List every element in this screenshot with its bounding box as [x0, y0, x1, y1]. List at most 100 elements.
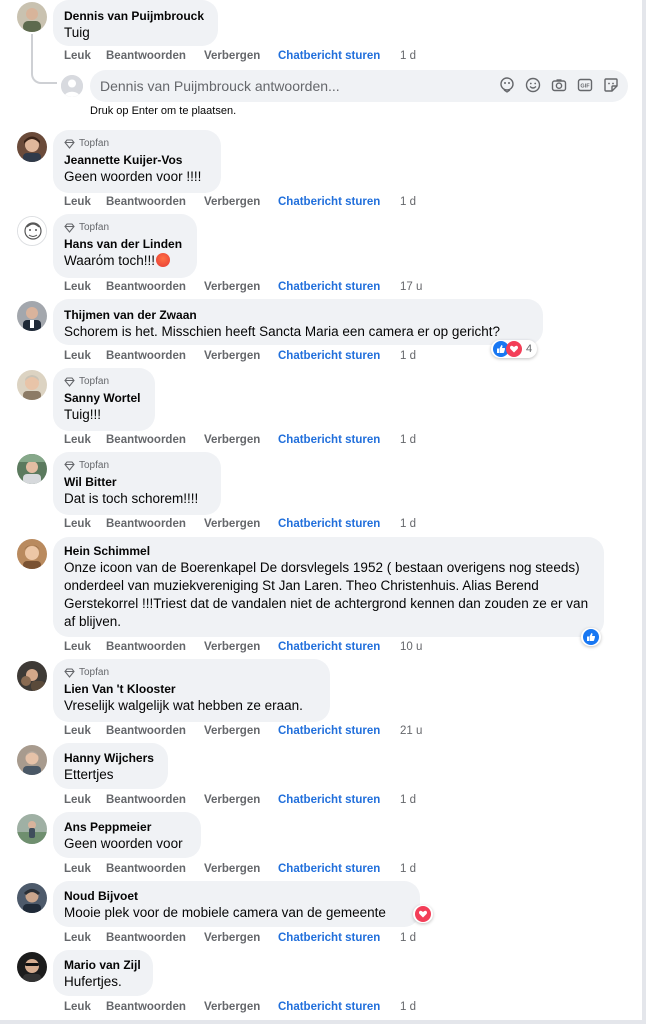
- emoji-icon[interactable]: [524, 76, 542, 94]
- reply-button[interactable]: Beantwoorden: [106, 281, 204, 293]
- top-fan-badge[interactable]: Topfan: [64, 137, 210, 150]
- send-message-button[interactable]: Chatbericht sturen: [278, 863, 400, 875]
- send-message-button[interactable]: Chatbericht sturen: [278, 725, 400, 737]
- comment-time[interactable]: 17 u: [400, 281, 422, 293]
- avatar[interactable]: [17, 2, 47, 32]
- reply-button[interactable]: Beantwoorden: [106, 434, 204, 446]
- like-button[interactable]: Leuk: [64, 794, 106, 806]
- like-button[interactable]: Leuk: [64, 863, 106, 875]
- top-fan-badge[interactable]: Topfan: [64, 221, 186, 234]
- like-button[interactable]: Leuk: [64, 932, 106, 944]
- comment-author[interactable]: Wil Bitter: [64, 474, 210, 490]
- hide-button[interactable]: Verbergen: [204, 863, 278, 875]
- like-button[interactable]: Leuk: [64, 196, 106, 208]
- reply-button[interactable]: Beantwoorden: [106, 725, 204, 737]
- like-button[interactable]: Leuk: [64, 725, 106, 737]
- comment-time[interactable]: 1 d: [400, 932, 416, 944]
- reply-button[interactable]: Beantwoorden: [106, 518, 204, 530]
- comment-time[interactable]: 1 d: [400, 518, 416, 530]
- sticker-icon[interactable]: [602, 76, 620, 94]
- comment-time[interactable]: 1 d: [400, 434, 416, 446]
- reply-button[interactable]: Beantwoorden: [106, 1001, 204, 1013]
- reply-button[interactable]: Beantwoorden: [106, 641, 204, 653]
- reactions-summary[interactable]: [413, 905, 433, 923]
- reply-input[interactable]: [90, 70, 470, 102]
- send-message-button[interactable]: Chatbericht sturen: [278, 434, 400, 446]
- comment-author[interactable]: Noud Bijvoet: [64, 888, 409, 904]
- comment-time[interactable]: 21 u: [400, 725, 422, 737]
- comment-time[interactable]: 1 d: [400, 1001, 416, 1013]
- avatar[interactable]: [17, 370, 47, 400]
- reply-button[interactable]: Beantwoorden: [106, 794, 204, 806]
- hide-button[interactable]: Verbergen: [204, 932, 278, 944]
- reply-button[interactable]: Beantwoorden: [106, 50, 204, 62]
- send-message-button[interactable]: Chatbericht sturen: [278, 932, 400, 944]
- top-fan-badge[interactable]: Topfan: [64, 666, 319, 679]
- avatar[interactable]: [17, 216, 47, 246]
- comment-author[interactable]: Sanny Wortel: [64, 390, 144, 406]
- top-fan-badge[interactable]: Topfan: [64, 459, 210, 472]
- reactions-summary[interactable]: [581, 628, 601, 646]
- comment-time[interactable]: 1 d: [400, 50, 416, 62]
- hide-button[interactable]: Verbergen: [204, 641, 278, 653]
- comment-time[interactable]: 1 d: [400, 350, 416, 362]
- like-button[interactable]: Leuk: [64, 281, 106, 293]
- reply-button[interactable]: Beantwoorden: [106, 863, 204, 875]
- hide-button[interactable]: Verbergen: [204, 1001, 278, 1013]
- comment-author[interactable]: Lien Van 't Klooster: [64, 681, 319, 697]
- send-message-button[interactable]: Chatbericht sturen: [278, 50, 400, 62]
- reply-button[interactable]: Beantwoorden: [106, 350, 204, 362]
- avatar[interactable]: [17, 132, 47, 162]
- comment-author[interactable]: Thijmen van der Zwaan: [64, 307, 532, 323]
- comment-author[interactable]: Hans van der Linden: [64, 236, 186, 252]
- hide-button[interactable]: Verbergen: [204, 434, 278, 446]
- comment-time[interactable]: 10 u: [400, 641, 422, 653]
- comment-author[interactable]: Hein Schimmel: [64, 543, 593, 559]
- avatar-sticker-icon[interactable]: [498, 76, 516, 94]
- comment-time[interactable]: 1 d: [400, 794, 416, 806]
- avatar[interactable]: [17, 661, 47, 691]
- avatar[interactable]: [17, 301, 47, 331]
- like-button[interactable]: Leuk: [64, 50, 106, 62]
- gif-icon[interactable]: GIF: [576, 76, 594, 94]
- comment-time[interactable]: 1 d: [400, 863, 416, 875]
- like-button[interactable]: Leuk: [64, 641, 106, 653]
- hide-button[interactable]: Verbergen: [204, 196, 278, 208]
- comment-author[interactable]: Jeannette Kuijer-Vos: [64, 152, 210, 168]
- hide-button[interactable]: Verbergen: [204, 518, 278, 530]
- send-message-button[interactable]: Chatbericht sturen: [278, 518, 400, 530]
- comment-bubble: Topfan Hans van der Linden Waarόm toch!!…: [53, 214, 197, 278]
- reactions-summary[interactable]: 4: [491, 340, 538, 358]
- reply-button[interactable]: Beantwoorden: [106, 196, 204, 208]
- like-button[interactable]: Leuk: [64, 518, 106, 530]
- comment-time[interactable]: 1 d: [400, 196, 416, 208]
- top-fan-badge[interactable]: Topfan: [64, 375, 144, 388]
- hide-button[interactable]: Verbergen: [204, 50, 278, 62]
- reply-button[interactable]: Beantwoorden: [106, 932, 204, 944]
- send-message-button[interactable]: Chatbericht sturen: [278, 794, 400, 806]
- avatar[interactable]: [17, 539, 47, 569]
- avatar[interactable]: [17, 883, 47, 913]
- like-button[interactable]: Leuk: [64, 350, 106, 362]
- send-message-button[interactable]: Chatbericht sturen: [278, 1001, 400, 1013]
- send-message-button[interactable]: Chatbericht sturen: [278, 641, 400, 653]
- avatar[interactable]: [17, 814, 47, 844]
- send-message-button[interactable]: Chatbericht sturen: [278, 196, 400, 208]
- comment-author[interactable]: Mario van Zijl: [64, 957, 142, 973]
- avatar[interactable]: [17, 952, 47, 982]
- comment-author[interactable]: Hanny Wijchers: [64, 750, 157, 766]
- send-message-button[interactable]: Chatbericht sturen: [278, 281, 400, 293]
- comment-author[interactable]: Ans Peppmeier: [64, 819, 190, 835]
- hide-button[interactable]: Verbergen: [204, 725, 278, 737]
- send-message-button[interactable]: Chatbericht sturen: [278, 350, 400, 362]
- avatar[interactable]: [17, 745, 47, 775]
- like-button[interactable]: Leuk: [64, 1001, 106, 1013]
- hide-button[interactable]: Verbergen: [204, 350, 278, 362]
- comment-author[interactable]: Dennis van Puijmbrouck: [64, 8, 207, 24]
- hide-button[interactable]: Verbergen: [204, 794, 278, 806]
- like-button[interactable]: Leuk: [64, 434, 106, 446]
- comment-text: Tuig: [64, 25, 90, 40]
- camera-icon[interactable]: [550, 76, 568, 94]
- avatar[interactable]: [17, 454, 47, 484]
- hide-button[interactable]: Verbergen: [204, 281, 278, 293]
